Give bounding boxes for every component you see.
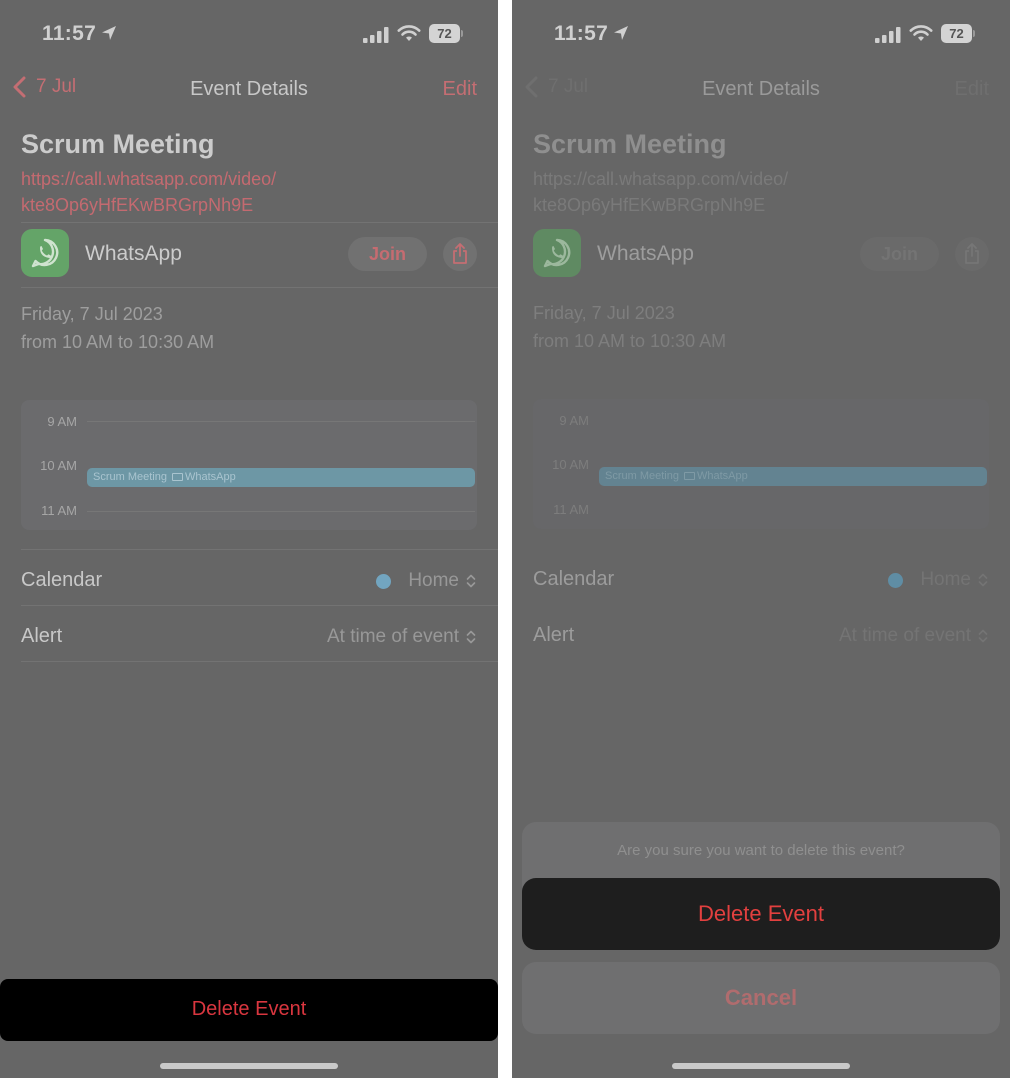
delete-confirmation-screen: 11:57 72 7 Jul Event Details Edit Scrum …	[512, 0, 1010, 1078]
alert-label: Alert	[21, 625, 63, 647]
cellular-signal-icon	[875, 27, 901, 43]
event-title: Scrum Meeting	[533, 129, 727, 159]
wifi-icon	[397, 25, 421, 41]
status-time: 11:57	[554, 22, 609, 45]
event-url-link[interactable]: https://call.whatsapp.com/video/ kte8Op6…	[21, 166, 341, 218]
wifi-icon	[909, 25, 933, 41]
calendar-color-dot	[888, 572, 904, 588]
app-name: WhatsApp	[597, 242, 694, 265]
alert-picker[interactable]: At time of event	[327, 626, 476, 648]
day-preview: 9 AM 10 AM Scrum Meeting WhatsApp 11 AM	[533, 399, 989, 529]
event-block: Scrum Meeting WhatsApp	[599, 467, 987, 486]
action-sheet-group: Are you sure you want to delete this eve…	[522, 822, 1000, 950]
action-sheet-message: Are you sure you want to delete this eve…	[617, 842, 905, 859]
event-details-screen: 11:57 72 7 Jul Event Details Edit Scrum …	[0, 0, 498, 1078]
chevron-up-down-icon	[466, 574, 476, 588]
event-url-line-1: https://call.whatsapp.com/video/	[21, 169, 277, 189]
video-call-row: WhatsApp Join	[0, 226, 498, 284]
alert-row: Alert At time of event	[512, 607, 1010, 661]
page-title: Event Details	[702, 78, 820, 100]
calendar-picker: Home	[888, 569, 988, 591]
event-time-range: from 10 AM to 10:30 AM	[21, 332, 215, 352]
navigation-bar: 7 Jul Event Details Edit	[512, 66, 1010, 112]
hour-label: 9 AM	[47, 414, 77, 429]
battery-icon: 72	[941, 24, 975, 43]
share-icon	[965, 243, 979, 264]
status-bar: 11:57 72	[0, 0, 498, 66]
calendar-row: Calendar Home	[512, 551, 1010, 605]
page-title: Event Details	[190, 78, 308, 100]
hour-label: 11 AM	[553, 502, 589, 517]
divider	[21, 549, 498, 550]
alert-value: At time of event	[326, 626, 459, 647]
divider	[21, 661, 498, 662]
event-date: Friday, 7 Jul 2023	[533, 303, 675, 323]
calendar-picker[interactable]: Home	[376, 570, 476, 592]
edit-button[interactable]: Edit	[955, 78, 989, 101]
delete-event-button[interactable]: Delete Event	[0, 979, 498, 1041]
event-block-location: WhatsApp	[184, 471, 236, 483]
battery-level: 72	[429, 24, 460, 43]
status-bar: 11:57 72	[512, 0, 1010, 66]
share-icon	[453, 243, 467, 264]
calendar-color-dot	[376, 573, 392, 589]
event-url-line-2: kte8Op6yHfEKwBRGrpNh9E	[21, 195, 254, 215]
alert-label: Alert	[533, 624, 575, 646]
join-button[interactable]: Join	[348, 237, 427, 271]
hour-line	[87, 511, 475, 512]
event-url-line-1: https://call.whatsapp.com/video/	[533, 169, 789, 189]
app-name: WhatsApp	[85, 242, 182, 265]
day-preview[interactable]: 9 AM 10 AM Scrum Meeting WhatsApp 11 AM	[21, 400, 477, 530]
event-url-link[interactable]: https://call.whatsapp.com/video/ kte8Op6…	[533, 166, 853, 218]
whatsapp-icon	[533, 229, 581, 277]
share-button[interactable]	[443, 237, 477, 271]
divider	[21, 287, 498, 288]
divider	[21, 222, 498, 223]
chevron-up-down-icon	[978, 629, 988, 643]
cancel-button[interactable]: Cancel	[522, 962, 1000, 1034]
delete-action-sheet: Are you sure you want to delete this eve…	[522, 822, 1000, 1034]
cellular-signal-icon	[363, 27, 389, 43]
event-time-range: from 10 AM to 10:30 AM	[533, 331, 727, 351]
chevron-up-down-icon	[466, 630, 476, 644]
join-button[interactable]: Join	[860, 237, 939, 271]
battery-icon: 72	[429, 24, 463, 43]
video-icon	[171, 473, 183, 481]
event-block-title: Scrum Meeting	[93, 471, 167, 483]
calendar-label: Calendar	[533, 568, 615, 590]
alert-value: At time of event	[838, 625, 971, 646]
event-url-line-2: kte8Op6yHfEKwBRGrpNh9E	[533, 195, 766, 215]
video-icon	[683, 472, 695, 480]
event-block-location: WhatsApp	[696, 470, 748, 482]
location-arrow-icon	[102, 26, 116, 40]
hour-label: 10 AM	[40, 458, 77, 473]
navigation-bar: 7 Jul Event Details Edit	[0, 66, 498, 112]
chevron-up-down-icon	[978, 573, 988, 587]
calendar-value: Home	[408, 570, 459, 591]
hour-line	[87, 421, 475, 422]
calendar-value: Home	[920, 569, 971, 590]
hour-label: 10 AM	[552, 457, 589, 472]
home-indicator[interactable]	[160, 1063, 338, 1069]
alert-picker: At time of event	[839, 625, 988, 647]
battery-level: 72	[941, 24, 972, 43]
whatsapp-icon	[21, 229, 69, 277]
divider	[21, 605, 498, 606]
event-block-title: Scrum Meeting	[605, 470, 679, 482]
hour-label: 11 AM	[41, 503, 77, 518]
alert-row[interactable]: Alert At time of event	[0, 608, 498, 662]
hour-label: 9 AM	[559, 413, 589, 428]
share-button[interactable]	[955, 237, 989, 271]
video-call-row: WhatsApp Join	[512, 226, 1010, 284]
event-block[interactable]: Scrum Meeting WhatsApp	[87, 468, 475, 487]
event-title: Scrum Meeting	[21, 129, 215, 159]
status-time: 11:57	[42, 22, 97, 45]
location-arrow-icon	[614, 26, 628, 40]
home-indicator[interactable]	[672, 1063, 850, 1069]
edit-button[interactable]: Edit	[443, 78, 477, 101]
confirm-delete-button[interactable]: Delete Event	[522, 878, 1000, 950]
calendar-row[interactable]: Calendar Home	[0, 552, 498, 606]
calendar-label: Calendar	[21, 569, 103, 591]
event-date: Friday, 7 Jul 2023	[21, 304, 163, 324]
